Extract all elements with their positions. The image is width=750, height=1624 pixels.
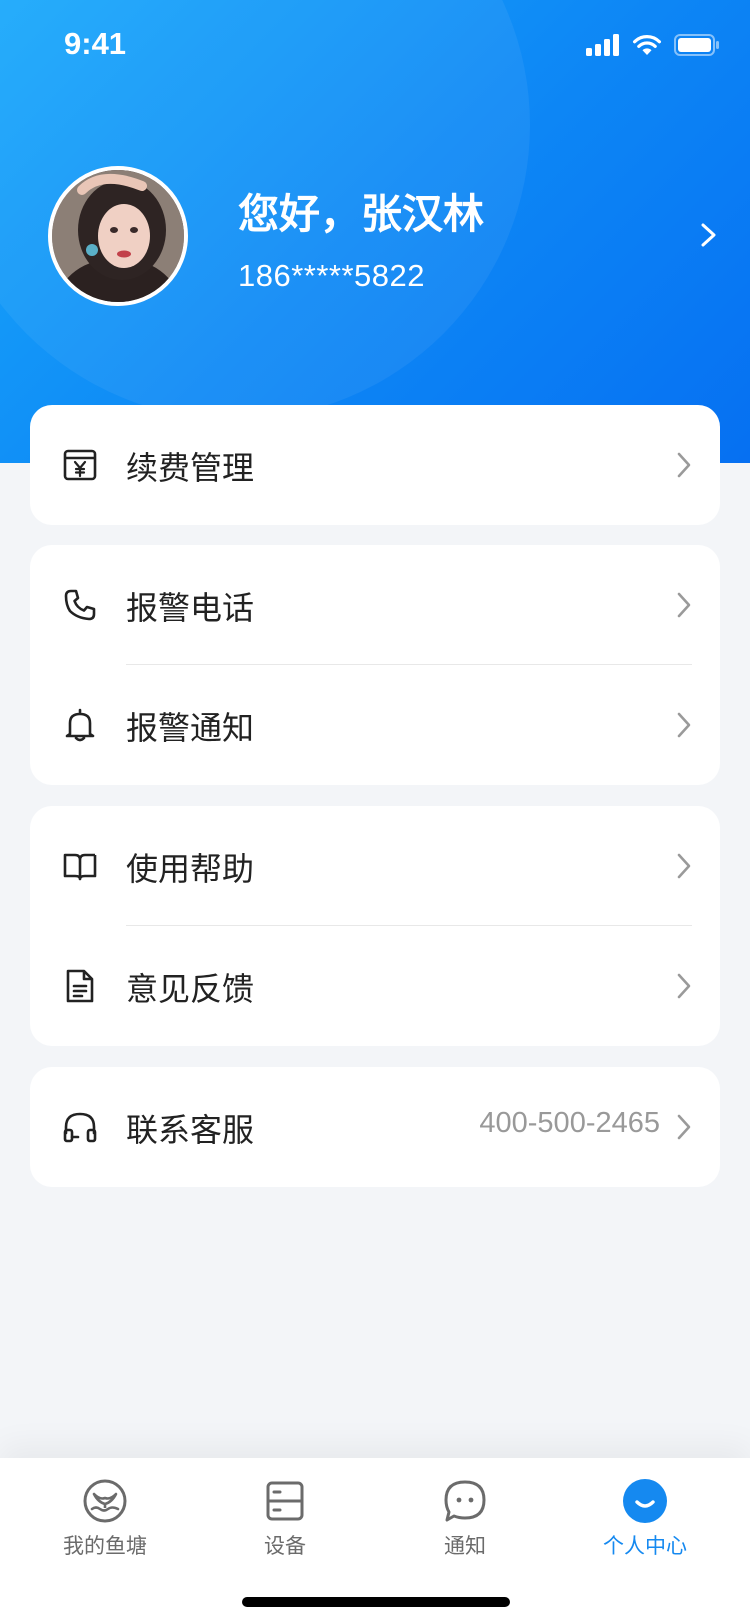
yuan-box-icon [63,449,97,481]
smile-icon [623,1479,667,1523]
greeting-text: 您好，张汉林 [238,190,484,238]
tab-label: 个人中心 [603,1534,687,1558]
menu-label-alarm-phone: 报警电话 [126,589,255,627]
phone-icon [64,589,96,621]
phone-number: 186*****5822 [238,258,426,293]
tab-fish-pond[interactable]: 我的鱼塘 [30,1478,180,1560]
menu-label-service: 联系客服 [126,1111,255,1149]
tab-label: 设备 [264,1534,306,1558]
tab-notify[interactable]: 通知 [390,1478,540,1560]
chevron-right-icon [677,592,691,618]
signal-icon [586,34,619,56]
menu-item-service[interactable]: 联系客服 400-500-2465 [30,1067,720,1187]
wifi-icon [633,35,661,55]
menu-label-renewal: 续费管理 [126,449,255,487]
avatar[interactable] [48,166,188,306]
book-icon [63,853,97,881]
profile-header: 9:41 您好，张汉林 186*****5822 [0,0,750,463]
chevron-right-icon [677,853,691,879]
home-indicator [242,1597,510,1607]
alarm-card: 报警电话 报警通知 [30,545,720,785]
chat-bubble-icon [444,1480,486,1522]
profile-section[interactable]: 您好，张汉林 186*****5822 [0,160,750,310]
chevron-right-icon [677,1114,691,1140]
device-icon [266,1481,304,1521]
renewal-card: 续费管理 [30,405,720,525]
chevron-right-icon [677,712,691,738]
avatar-image [52,170,184,302]
status-bar: 9:41 [0,0,750,90]
document-icon [66,969,94,1003]
status-time: 9:41 [64,26,127,61]
battery-icon [674,34,719,56]
chevron-right-icon[interactable] [700,222,718,248]
menu-label-help: 使用帮助 [126,850,255,888]
bell-icon [65,708,95,742]
menu-label-alarm-notify: 报警通知 [126,709,255,747]
menu-item-feedback[interactable]: 意见反馈 [30,926,720,1046]
menu-item-help[interactable]: 使用帮助 [30,806,720,926]
tab-profile[interactable]: 个人中心 [570,1478,720,1560]
tab-label: 我的鱼塘 [63,1534,147,1558]
menu-item-renewal[interactable]: 续费管理 [30,405,720,525]
menu-label-feedback: 意见反馈 [126,970,255,1008]
tab-device[interactable]: 设备 [210,1478,360,1560]
chevron-right-icon [677,452,691,478]
service-phone: 400-500-2465 [479,1107,660,1139]
fish-pond-icon [83,1479,127,1523]
chevron-right-icon [677,973,691,999]
menu-item-alarm-phone[interactable]: 报警电话 [30,545,720,665]
help-card: 使用帮助 意见反馈 [30,806,720,1046]
tab-label: 通知 [444,1534,486,1558]
headset-icon [63,1112,97,1143]
status-icons [586,34,720,56]
service-card: 联系客服 400-500-2465 [30,1067,720,1187]
menu-item-alarm-notify[interactable]: 报警通知 [30,665,720,785]
